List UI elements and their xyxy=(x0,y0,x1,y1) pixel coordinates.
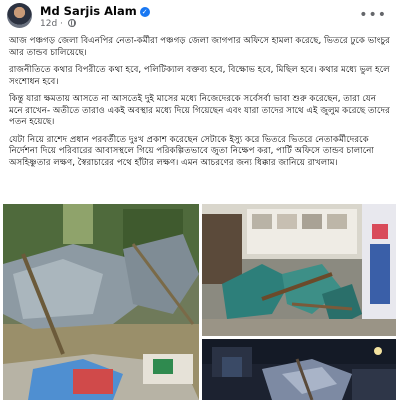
photo-damaged-structure[interactable] xyxy=(3,204,199,400)
avatar[interactable] xyxy=(7,3,32,28)
post-meta: 12d · xyxy=(40,19,76,29)
post-paragraph: রাজনীতিতে কথার বিপরীতে কথা হবে, পলিটিক্য… xyxy=(9,65,390,87)
post-paragraph: যেটা নিয়ে রাশেদ প্রধান পরবর্তীতে দুঃখ প… xyxy=(9,134,374,168)
globe-icon xyxy=(67,19,76,27)
photo-ransacked-office[interactable] xyxy=(202,204,396,336)
photo-night-scene[interactable] xyxy=(202,339,396,400)
post-header: Md Sarjis Alam ✓ 12d · ••• xyxy=(0,0,399,34)
post-time[interactable]: 12d xyxy=(40,19,57,29)
more-options-icon[interactable]: ••• xyxy=(359,7,387,23)
post-paragraph: কিন্তু যারা ক্ষমতায় আসতে না আসতেই দুই ম… xyxy=(9,94,390,127)
verified-check-icon: ✓ xyxy=(139,7,150,17)
post-body: আজ পঞ্চগড় জেলা বিএনপির নেতা-কর্মীরা পঞ্… xyxy=(9,36,391,175)
author-name-row[interactable]: Md Sarjis Alam ✓ xyxy=(40,4,150,18)
photo-grid xyxy=(3,204,396,400)
author-name[interactable]: Md Sarjis Alam xyxy=(40,4,137,18)
post-paragraph: আজ পঞ্চগড় জেলা বিএনপির নেতা-কর্মীরা পঞ্… xyxy=(9,36,390,58)
